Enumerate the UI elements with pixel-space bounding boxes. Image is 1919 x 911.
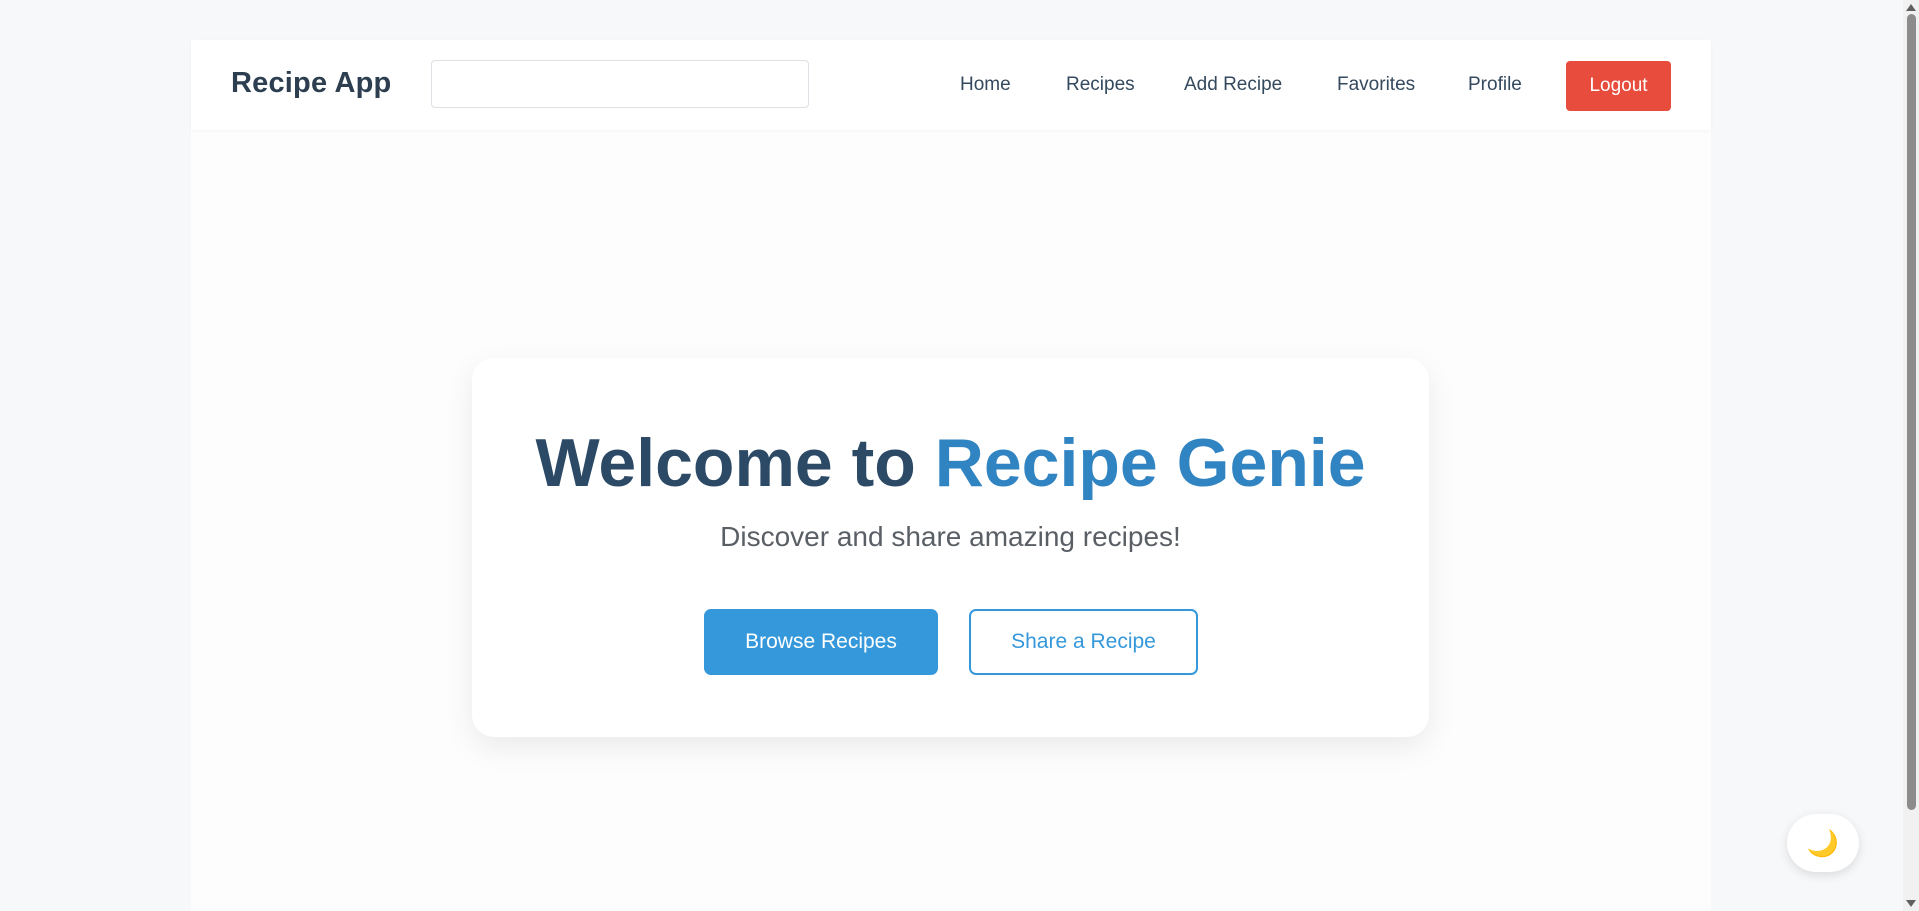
nav-link-add-recipe[interactable]: Add Recipe — [1184, 60, 1282, 110]
theme-toggle-button[interactable]: 🌙 — [1787, 814, 1859, 872]
scroll-down-arrow-icon[interactable] — [1906, 900, 1916, 907]
browse-recipes-button[interactable]: Browse Recipes — [704, 609, 938, 675]
nav-link-home[interactable]: Home — [960, 60, 1011, 110]
hero-title: Welcome to Recipe Genie — [472, 424, 1429, 502]
scroll-thumb[interactable] — [1907, 14, 1916, 810]
hero-subtitle: Discover and share amazing recipes! — [720, 521, 1181, 552]
scroll-up-arrow-icon[interactable] — [1906, 4, 1916, 11]
page-scrollbar[interactable] — [1903, 0, 1919, 911]
page-container: Recipe App Home Recipes Add Recipe Favorite… — [191, 40, 1711, 911]
share-recipe-button[interactable]: Share a Recipe — [969, 609, 1198, 675]
hero-title-accent: Recipe Genie — [934, 425, 1366, 501]
navbar: Recipe App Home Recipes Add Recipe Favorite… — [191, 40, 1711, 130]
nav-link-profile[interactable]: Profile — [1468, 60, 1522, 110]
hero-card: Welcome to Recipe Genie Discover and sha… — [472, 358, 1429, 737]
logout-button[interactable]: Logout — [1566, 61, 1671, 111]
nav-link-favorites[interactable]: Favorites — [1337, 60, 1415, 110]
brand-logo[interactable]: Recipe App — [231, 67, 391, 100]
nav-link-recipes[interactable]: Recipes — [1066, 60, 1135, 110]
moon-icon: 🌙 — [1806, 828, 1840, 858]
hero-title-prefix: Welcome to — [535, 425, 935, 501]
search-input[interactable] — [431, 60, 809, 108]
